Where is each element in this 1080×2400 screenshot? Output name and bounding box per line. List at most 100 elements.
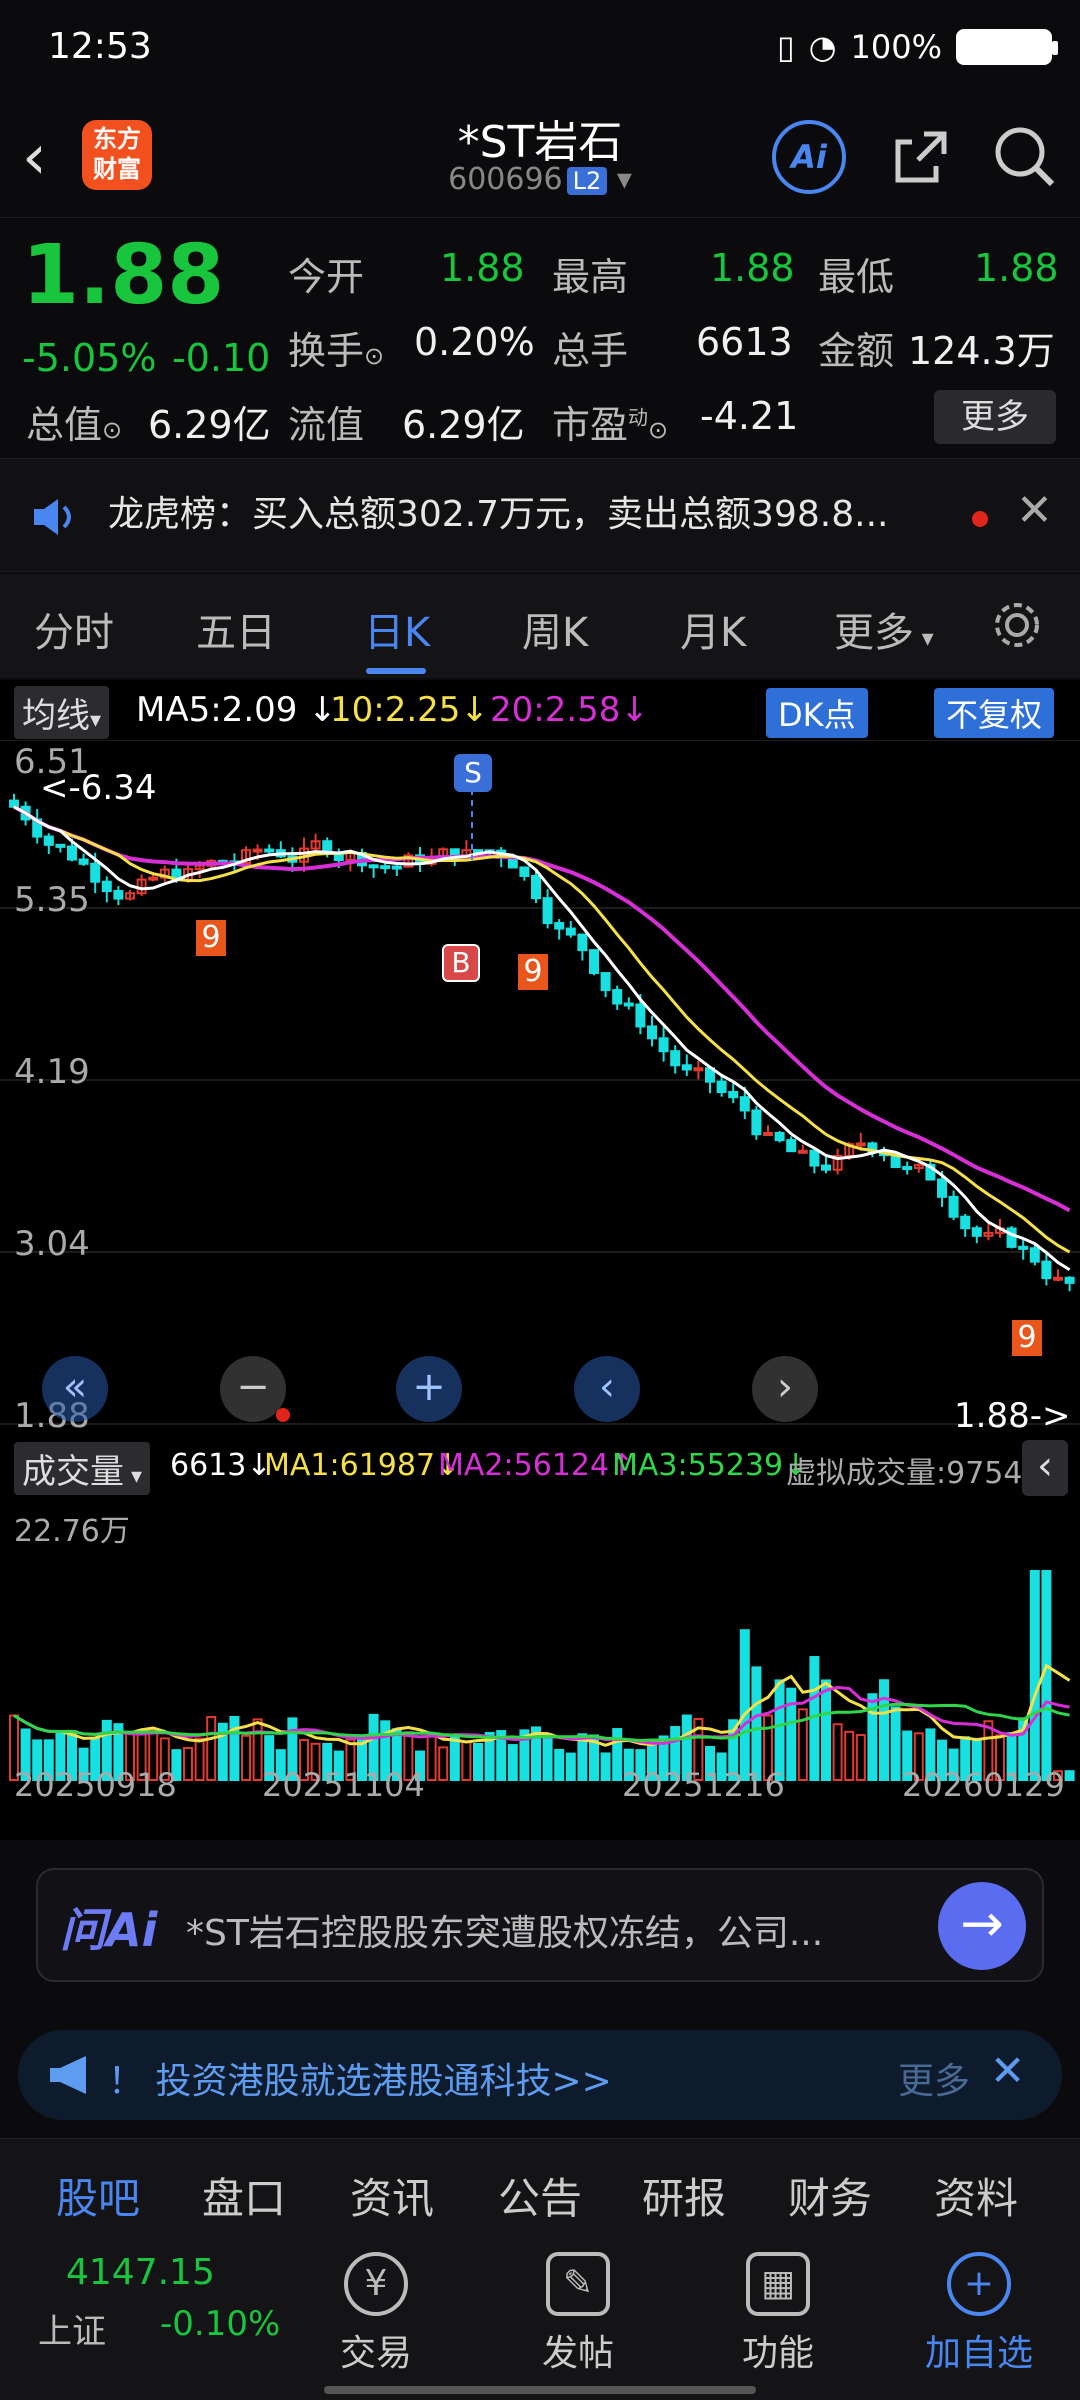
volume-bar — [1064, 1770, 1075, 1782]
promo-more[interactable]: 更多 — [898, 2052, 970, 2104]
price-level-2: 5.35 — [14, 880, 90, 920]
candle-body — [391, 865, 402, 870]
index-value[interactable]: 4147.15 — [66, 2252, 215, 2293]
ask-ai-text[interactable]: *ST岩石控股股东突遭股权冻结，公司... — [186, 1904, 946, 1956]
promo-banner[interactable]: ！ 投资港股就选港股通科技>> 更多 ✕ — [18, 2030, 1062, 2120]
tab-news[interactable]: 资讯 — [350, 2165, 434, 2226]
news-ticker[interactable]: 龙虎榜：买入总额302.7万元，卖出总额398.8... ✕ — [0, 458, 1080, 572]
ma-selector[interactable]: 均线▾ — [14, 686, 110, 739]
volume-bar — [542, 1733, 553, 1781]
volume-bar — [241, 1734, 251, 1782]
active-tab-indicator — [366, 668, 426, 674]
tab-research[interactable]: 研报 — [642, 2165, 726, 2226]
candle-body — [937, 1178, 947, 1198]
volume-bar — [206, 1716, 217, 1782]
close-icon[interactable]: ✕ — [990, 2046, 1025, 2095]
candle-body — [55, 843, 66, 848]
buy-marker[interactable]: B — [442, 944, 480, 982]
nav-add-watchlist[interactable]: + 加自选 — [914, 2252, 1044, 2376]
scroll-left-icon[interactable]: ‹ — [574, 1356, 640, 1422]
tab-profile[interactable]: 资料 — [934, 2165, 1018, 2226]
candle-body — [1029, 1247, 1040, 1263]
news-text[interactable]: 龙虎榜：买入总额302.7万元，卖出总额398.8... — [108, 485, 948, 537]
nav-post-label: 发帖 — [541, 2333, 614, 2374]
open-label: 今开 — [288, 255, 365, 299]
low-value: 1.88 — [974, 246, 1059, 290]
tab-finance[interactable]: 财务 — [788, 2165, 872, 2226]
tab-more[interactable]: 更多 ▾ — [834, 600, 934, 658]
speaker-icon — [34, 499, 71, 535]
chevron-down-icon: ▾ — [90, 708, 102, 733]
candle-body — [531, 874, 541, 900]
info-icon[interactable]: ⊙ — [102, 416, 122, 444]
price-level-3: 4.19 — [14, 1052, 90, 1092]
candle-body — [1053, 1276, 1063, 1281]
collapse-panel-icon[interactable]: ‹ — [1022, 1440, 1068, 1496]
tab-five-day[interactable]: 五日 — [196, 600, 276, 658]
change-percent: -5.05% — [22, 336, 157, 380]
index-name[interactable]: 上证 — [38, 2304, 106, 2353]
volume-bar — [890, 1706, 901, 1781]
promo-text[interactable]: ！ 投资港股就选港股通科技>> — [108, 2052, 612, 2104]
kline-chart-panel[interactable]: 均线▾ MA5:2.09 ↓ 10:2.25↓ 20:2.58↓ DK点 不复权… — [0, 680, 1080, 1840]
adjust-mode-button[interactable]: 不复权 — [934, 688, 1055, 738]
candle-body — [589, 949, 599, 975]
mktcap-value: 6.29亿 — [148, 403, 271, 447]
candle-body — [577, 933, 588, 952]
edit-icon: ✎ — [546, 2252, 610, 2316]
search-icon[interactable] — [988, 120, 1062, 194]
high-value: 1.88 — [710, 246, 795, 290]
dk-point-button[interactable]: DK点 — [766, 688, 868, 738]
ask-ai-bar[interactable]: 问Ai *ST岩石控股股东突遭股权冻结，公司... → — [36, 1868, 1044, 1982]
chevron-down-icon: ▾ — [607, 162, 632, 197]
volume-bar — [438, 1746, 449, 1781]
status-bar: 12:53 ▯ ◔ 100% — [0, 0, 1080, 100]
candle-body — [809, 1149, 820, 1167]
tab-daily-k[interactable]: 日K — [364, 600, 430, 658]
candle-body — [67, 845, 77, 861]
candle-body — [542, 897, 553, 925]
scroll-right-icon[interactable]: › — [752, 1356, 818, 1422]
share-icon[interactable] — [884, 120, 958, 194]
turnover-label: 换手⊙ — [288, 329, 385, 373]
volume-bar — [612, 1728, 623, 1781]
volume-bar — [821, 1679, 831, 1781]
change-amount: -0.10 — [172, 336, 271, 380]
info-icon[interactable]: ⊙ — [648, 416, 668, 444]
td-count-9: 9 — [518, 954, 548, 990]
nav-functions[interactable]: ▦ 功能 — [728, 2252, 828, 2376]
volume-bar — [252, 1718, 263, 1781]
section-tabs: 股吧 盘口 资讯 公告 研报 财务 资料 — [0, 2138, 1080, 2242]
more-quote-button[interactable]: 更多 — [934, 390, 1056, 444]
status-dot — [276, 1408, 290, 1422]
volume-selector[interactable]: 成交量 ▾ — [14, 1442, 151, 1495]
close-icon[interactable]: ✕ — [1016, 485, 1053, 536]
candle-body — [380, 865, 391, 870]
tab-minute[interactable]: 分时 — [34, 600, 114, 658]
nav-trade[interactable]: ¥ 交易 — [326, 2252, 426, 2376]
arrow-right-icon[interactable]: → — [938, 1882, 1026, 1970]
candle-body — [739, 1096, 750, 1112]
settings-gear-icon[interactable] — [988, 596, 1046, 654]
tab-announcements[interactable]: 公告 — [498, 2165, 582, 2226]
tab-guba[interactable]: 股吧 — [56, 2165, 140, 2226]
volume-plot — [9, 1570, 1075, 1782]
tab-pankou[interactable]: 盘口 — [202, 2165, 286, 2226]
candle-body — [554, 922, 565, 930]
unread-dot — [972, 511, 988, 527]
nav-post[interactable]: ✎ 发帖 — [528, 2252, 628, 2376]
pe-value: -4.21 — [700, 394, 799, 438]
volume-bar — [751, 1666, 762, 1781]
tab-weekly-k[interactable]: 周K — [522, 600, 588, 658]
info-icon[interactable]: ⊙ — [364, 342, 384, 370]
index-change[interactable]: -0.10% — [160, 2304, 280, 2344]
candle-body — [902, 1166, 913, 1171]
ai-button[interactable]: Ai — [772, 120, 846, 194]
zoom-in-icon[interactable]: + — [396, 1356, 462, 1422]
float-value: 6.29亿 — [402, 403, 525, 447]
sell-marker[interactable]: S — [454, 754, 492, 792]
chevron-down-icon: ▾ — [124, 1464, 143, 1489]
scroll-start-icon[interactable]: « — [42, 1356, 108, 1422]
grid-icon: ▦ — [746, 2252, 810, 2316]
tab-monthly-k[interactable]: 月K — [680, 600, 746, 658]
